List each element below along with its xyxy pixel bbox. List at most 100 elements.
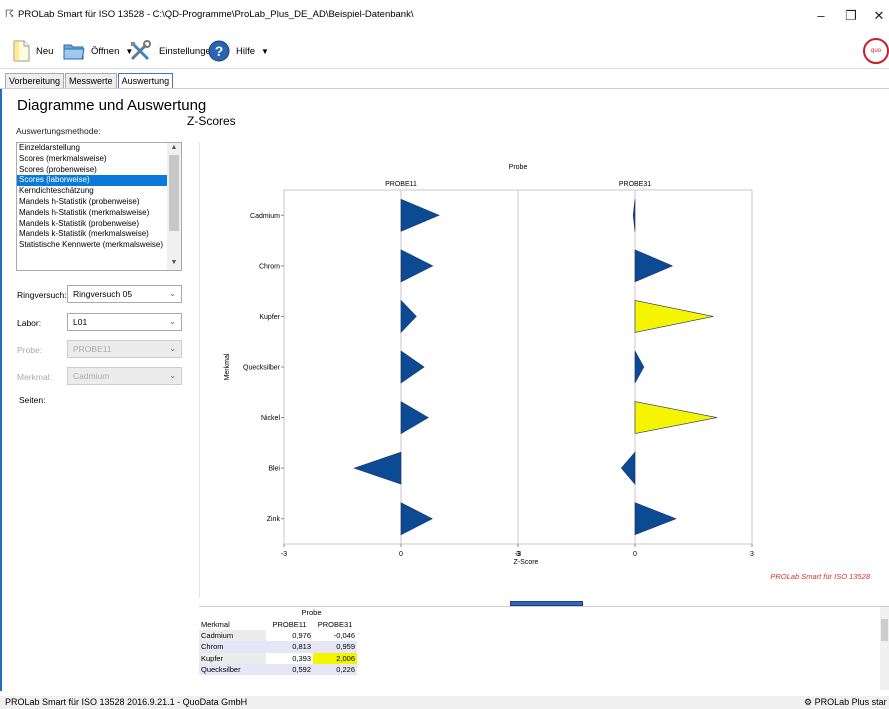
chart-watermark: PROLab Smart für ISO 13528 [770, 572, 870, 581]
x-tick-label: 3 [750, 551, 754, 558]
status-license: ⚙ PROLab Plus star [804, 697, 887, 707]
zscore-bar [400, 502, 433, 536]
seiten-label: Seiten: [19, 395, 46, 405]
table-row-label: Kupfer [199, 652, 266, 664]
table-cell: 0,393 [292, 653, 311, 663]
y-tick-label: Kupfer [259, 314, 280, 321]
y-tick-label: Nickel [261, 415, 281, 422]
table-row: Quecksilber 0,592 0,226 [199, 663, 357, 676]
maximize-button[interactable]: ❐ [836, 6, 866, 26]
quodata-logo: quo data [863, 38, 889, 64]
table-cell: 0,813 [266, 641, 313, 653]
new-button[interactable]: Neu [12, 39, 53, 63]
zscore-bar [634, 502, 677, 536]
ringversuch-label: Ringversuch: [17, 290, 67, 300]
x-axis-label: Z-Score [514, 559, 539, 566]
panel-title: PROBE31 [619, 181, 651, 188]
open-button[interactable]: Öffnen ▼ [63, 39, 133, 63]
tab-divider [0, 88, 889, 89]
help-icon: ? [208, 40, 230, 62]
minimize-button[interactable]: – [806, 6, 836, 26]
table-group-header: Probe [301, 608, 322, 618]
x-tick-label: -3 [515, 551, 521, 558]
y-tick-label: Blei [268, 466, 280, 473]
method-list-item[interactable]: Mandels k-Statistik (probenweise) [17, 219, 167, 230]
toolbar: Neu Öffnen ▼ Einstellungen ? Hilfe ▼ [0, 32, 889, 69]
accent-strip [0, 89, 2, 691]
tab-vorbereitung[interactable]: Vorbereitung [5, 73, 65, 88]
table-row-label: Quecksilber [199, 663, 266, 676]
chart-title: Probe [509, 164, 528, 171]
labor-select[interactable]: L01 ⌄ [67, 313, 182, 331]
zscore-bar [632, 199, 636, 232]
panel-title: PROBE11 [385, 181, 417, 188]
table-column-header: PROBE11 [272, 619, 307, 629]
zscore-bar [634, 350, 645, 384]
table-cell: 0,226 [313, 663, 357, 676]
zscore-bar [634, 249, 674, 283]
chart-panel: Probe PROBE11 -3 0 3 PROBE31 -3 0 3 Cadmium Chrom K… [199, 142, 889, 598]
table-cell: 0,976 [292, 630, 311, 640]
help-button[interactable]: ? Hilfe ▼ [208, 39, 269, 63]
table-cell: -0,046 [333, 630, 355, 640]
zscore-bar [400, 401, 429, 435]
method-list-item[interactable]: Scores (laborweise) [17, 175, 167, 187]
data-table-panel: Probe Merkmal PROBE11 PROBE31 Cadmium 0,9… [199, 606, 889, 690]
labor-label: Labor: [17, 318, 42, 328]
tab-messwerte[interactable]: Messwerte [65, 73, 117, 88]
new-document-icon [13, 40, 30, 62]
zscore-bar [634, 300, 714, 333]
method-list-item[interactable]: Scores (probenweise) [17, 165, 167, 176]
method-listbox[interactable]: Einzeldarstellung Scores (merkmalsweise) S… [16, 142, 182, 271]
table-scrollbar[interactable] [880, 607, 889, 690]
chart-heading: Z-Scores [187, 114, 236, 128]
method-list-item[interactable]: Mandels h-Statistik (merkmalsweise) [17, 208, 167, 219]
zscore-bar [634, 401, 717, 434]
table-row-label: Cadmium [199, 629, 266, 642]
table-row-header: Merkmal [201, 619, 230, 629]
x-tick-label: 0 [633, 551, 637, 558]
x-tick-label: -3 [281, 551, 287, 558]
probe-select: PROBE11 ⌄ [67, 340, 182, 358]
zscore-bar [620, 451, 636, 485]
scrollbar-thumb[interactable] [169, 155, 179, 231]
status-text: PROLab Smart für ISO 13528 2016.9.21.1 -… [5, 697, 248, 707]
merkmal-label: Merkmal: [17, 372, 52, 382]
chevron-down-icon: ⌄ [169, 344, 176, 353]
zscore-bar [400, 249, 434, 283]
settings-button[interactable]: Einstellungen [129, 39, 216, 63]
method-list-item[interactable]: Einzeldarstellung [17, 143, 167, 154]
method-label: Auswertungsmethode: [16, 126, 101, 136]
window-title: PROLab Smart für ISO 13528 - C:\QD-Progr… [18, 9, 414, 20]
y-tick-label: Zink [267, 516, 281, 523]
svg-text:?: ? [215, 43, 224, 59]
method-list-item[interactable]: Kerndichteschätzung [17, 186, 167, 197]
ringversuch-select[interactable]: Ringversuch 05 ⌄ [67, 285, 182, 303]
page-title: Diagramme und Auswertung [17, 97, 207, 114]
tab-bar: Vorbereitung Messwerte Auswertung [5, 73, 174, 89]
method-list-item[interactable]: Statistische Kennwerte (merkmalsweise) [17, 240, 167, 251]
tools-icon [130, 40, 151, 61]
table-row: Kupfer 0,393 2,006 [199, 652, 357, 664]
chevron-down-icon: ⌄ [169, 317, 176, 326]
listbox-scrollbar[interactable]: ▲ ▼ [167, 143, 181, 270]
table-row-label: Chrom [199, 641, 266, 653]
chevron-down-icon: ⌄ [169, 289, 176, 298]
method-list-item[interactable]: Mandels h-Statistik (probenweise) [17, 197, 167, 208]
tab-auswertung[interactable]: Auswertung [117, 73, 174, 89]
scroll-up-icon[interactable]: ▲ [167, 144, 181, 151]
scrollbar-thumb[interactable] [881, 619, 888, 641]
table-row: Cadmium 0,976 -0,046 [199, 629, 357, 642]
chevron-down-icon: ⌄ [169, 371, 176, 380]
close-button[interactable]: ✕ [864, 6, 889, 26]
zscore-bar [400, 299, 417, 334]
zscore-bar [400, 198, 440, 232]
chevron-down-icon[interactable]: ▼ [261, 47, 269, 56]
y-axis-label: Merkmal [224, 353, 231, 380]
method-list-item[interactable]: Scores (merkmalsweise) [17, 154, 167, 165]
zscore-bar [400, 350, 425, 384]
merkmal-select: Cadmium ⌄ [67, 367, 182, 385]
scroll-down-icon[interactable]: ▼ [167, 259, 181, 266]
y-tick-label: Quecksilber [243, 365, 281, 372]
method-list-item[interactable]: Mandels k-Statistik (merkmalsweise) [17, 229, 167, 240]
